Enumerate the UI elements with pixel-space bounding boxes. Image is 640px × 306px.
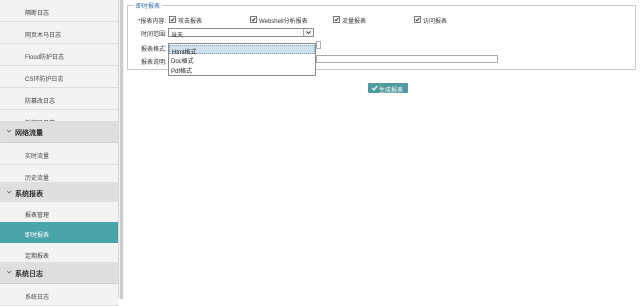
dropdown-option-pdf[interactable]: Pdf格式 bbox=[169, 65, 315, 75]
sidebar-item-realtime-traffic[interactable]: 实时流量 bbox=[0, 143, 118, 165]
dropdown-option-html[interactable]: Html格式 bbox=[169, 45, 315, 56]
chevron-down-icon bbox=[6, 129, 12, 133]
sidebar-item-label: 定期报表 bbox=[25, 254, 50, 260]
sidebar-item-instant-report[interactable]: 即时报表 bbox=[0, 222, 118, 244]
checkbox-traffic-report[interactable] bbox=[333, 16, 340, 23]
sidebar-item-tamper-log[interactable]: 防篡改日志 bbox=[0, 88, 118, 110]
option-label: Doc格式 bbox=[171, 59, 194, 65]
checkmark-icon bbox=[415, 17, 420, 22]
report-content-label: *报表内容: bbox=[138, 19, 167, 25]
checkmark-icon bbox=[170, 17, 175, 22]
sidebar-group-reports[interactable]: 系统报表 bbox=[0, 182, 118, 204]
checkbox-attack-report[interactable] bbox=[169, 16, 176, 23]
sidebar-item-isolation-log[interactable]: 隔断日志 bbox=[0, 0, 118, 22]
sidebar-item-label: 报表管理 bbox=[25, 213, 50, 219]
checkmark-icon bbox=[371, 85, 378, 91]
sidebar-item-label: CS环防护日志 bbox=[25, 77, 64, 83]
checkbox-access-report[interactable] bbox=[414, 16, 421, 23]
sidebar: 隔断日志 网页木马日志 Flood防护日志 CS环防护日志 防篡改日志 新密码日… bbox=[0, 0, 119, 306]
sidebar-item-label: 实时流量 bbox=[25, 154, 50, 160]
sidebar-item-label: 隔断日志 bbox=[25, 11, 50, 17]
time-range-select[interactable]: 当天 bbox=[168, 28, 314, 39]
option-label: Pdf格式 bbox=[171, 69, 193, 75]
format-select-edge[interactable] bbox=[316, 41, 321, 49]
sidebar-group-traffic[interactable]: 网络流量 bbox=[0, 121, 118, 143]
format-dropdown[interactable]: Html格式 Doc格式 Pdf格式 bbox=[168, 43, 316, 76]
sidebar-item-label: 网页木马日志 bbox=[25, 33, 62, 39]
checkbox-label: Webshell分析报表 bbox=[259, 19, 308, 25]
sidebar-item-label: 即时报表 bbox=[25, 233, 50, 239]
sidebar-item-flood-log[interactable]: Flood防护日志 bbox=[0, 44, 118, 66]
sidebar-item-system-log[interactable]: 系统日志 bbox=[0, 284, 118, 306]
panel-title: 即时报表 bbox=[134, 1, 163, 10]
checkbox-label: 访问报表 bbox=[423, 19, 448, 25]
select-arrow[interactable] bbox=[303, 29, 313, 36]
checkbox-webshell-report[interactable] bbox=[250, 16, 257, 23]
checkmark-icon bbox=[334, 17, 339, 22]
checkmark-icon bbox=[251, 17, 256, 22]
sidebar-scroll-thumb[interactable] bbox=[120, 0, 123, 299]
time-range-label: 时间范围: bbox=[141, 32, 167, 38]
report-format-label: 报表格式: bbox=[141, 47, 167, 53]
sidebar-item-label: 历史流量 bbox=[25, 176, 50, 182]
sidebar-item-label: 系统日志 bbox=[25, 295, 50, 301]
generate-button-label: 生成报表 bbox=[379, 88, 404, 94]
sidebar-item-cs-log[interactable]: CS环防护日志 bbox=[0, 66, 118, 88]
checkbox-label: 流量报表 bbox=[342, 19, 367, 25]
chevron-down-icon bbox=[306, 31, 311, 35]
sidebar-group-label: 系统报表 bbox=[15, 191, 43, 198]
report-description-input[interactable] bbox=[316, 55, 498, 63]
sidebar-group-logs[interactable]: 系统日志 bbox=[0, 262, 118, 284]
report-name-label: 报表说明: bbox=[141, 60, 167, 66]
sidebar-group-label: 系统日志 bbox=[15, 271, 43, 278]
sidebar-item-label: 防篡改日志 bbox=[25, 99, 56, 105]
checkbox-label: 攻击报表 bbox=[178, 19, 203, 25]
chevron-down-icon bbox=[6, 190, 12, 194]
generate-report-button[interactable]: 生成报表 bbox=[368, 83, 408, 94]
sidebar-item-webshell-log[interactable]: 网页木马日志 bbox=[0, 22, 118, 44]
chevron-down-icon bbox=[6, 270, 12, 274]
dropdown-option-doc[interactable]: Doc格式 bbox=[169, 55, 315, 65]
time-range-value: 当天 bbox=[171, 33, 184, 39]
sidebar-item-label: Flood防护日志 bbox=[25, 55, 65, 61]
sidebar-group-label: 网络流量 bbox=[15, 130, 43, 137]
sidebar-item-report-management[interactable]: 报表管理 bbox=[0, 202, 118, 224]
